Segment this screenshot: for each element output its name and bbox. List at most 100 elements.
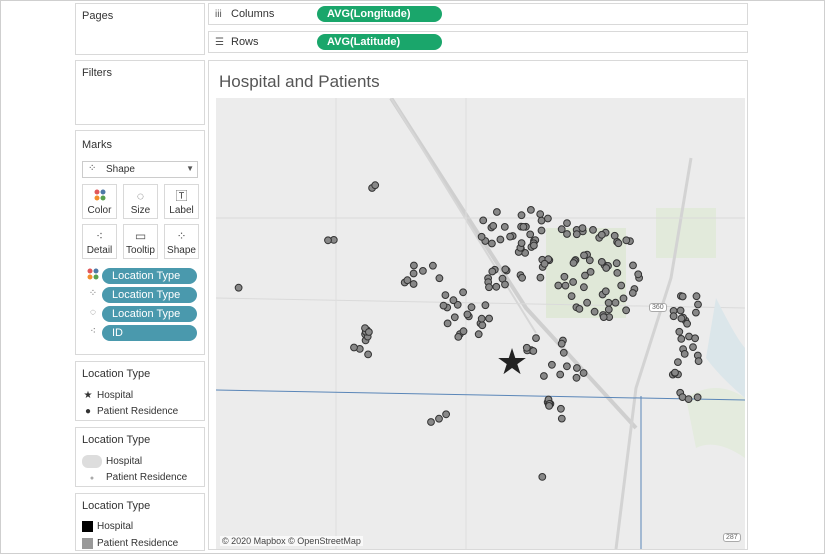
pages-card[interactable]: Pages bbox=[75, 3, 205, 55]
patient-residence-marker[interactable] bbox=[442, 410, 451, 419]
patient-residence-marker[interactable] bbox=[441, 291, 450, 300]
patient-residence-marker[interactable] bbox=[443, 319, 452, 328]
patient-residence-marker[interactable] bbox=[557, 414, 566, 423]
patient-residence-marker[interactable] bbox=[435, 274, 444, 283]
size-field-pill[interactable]: Location Type bbox=[102, 306, 197, 322]
patient-residence-marker[interactable] bbox=[409, 280, 418, 288]
patient-residence-marker[interactable] bbox=[557, 225, 566, 234]
map-view[interactable]: ★ 360 287 © 2020 Mapbox © OpenStreetMap bbox=[216, 98, 745, 549]
patient-residence-marker[interactable] bbox=[518, 273, 527, 282]
patient-residence-marker[interactable] bbox=[677, 314, 686, 323]
map-attribution[interactable]: © 2020 Mapbox © OpenStreetMap bbox=[220, 536, 363, 546]
patient-residence-marker[interactable] bbox=[677, 335, 686, 343]
patient-residence-marker[interactable] bbox=[450, 313, 459, 322]
patient-residence-marker[interactable] bbox=[614, 239, 623, 248]
patient-residence-marker[interactable] bbox=[669, 312, 678, 321]
patient-residence-marker[interactable] bbox=[410, 261, 418, 270]
legend-item-patient-residence[interactable]: ● Patient Residence bbox=[82, 472, 187, 483]
hospital-marker[interactable]: ★ bbox=[496, 341, 528, 382]
patient-residence-marker[interactable] bbox=[622, 236, 631, 245]
patient-residence-marker[interactable] bbox=[602, 264, 611, 272]
patient-residence-marker[interactable] bbox=[459, 288, 468, 297]
patient-residence-marker[interactable] bbox=[691, 334, 700, 343]
patient-residence-marker[interactable] bbox=[559, 348, 568, 357]
patient-residence-marker[interactable] bbox=[678, 292, 687, 301]
patient-residence-marker[interactable] bbox=[599, 313, 608, 322]
patient-residence-marker[interactable] bbox=[622, 306, 631, 315]
patient-residence-marker[interactable] bbox=[496, 235, 505, 244]
patient-residence-marker[interactable] bbox=[557, 339, 566, 348]
patient-residence-marker[interactable] bbox=[537, 226, 546, 235]
filters-card[interactable]: Filters bbox=[75, 60, 205, 125]
patient-residence-marker[interactable] bbox=[529, 347, 538, 355]
patient-residence-marker[interactable] bbox=[583, 298, 592, 307]
patient-residence-marker[interactable] bbox=[604, 298, 613, 307]
patient-residence-marker[interactable] bbox=[530, 241, 538, 250]
patient-residence-marker[interactable] bbox=[563, 219, 571, 227]
patient-residence-marker[interactable] bbox=[538, 473, 547, 481]
legend-item-patient-residence[interactable]: ● Patient Residence bbox=[82, 406, 178, 417]
patient-residence-marker[interactable] bbox=[597, 258, 606, 266]
patient-residence-marker[interactable] bbox=[601, 287, 610, 296]
patient-residence-marker[interactable] bbox=[683, 319, 692, 328]
patient-residence-marker[interactable] bbox=[519, 222, 528, 231]
patient-residence-marker[interactable] bbox=[674, 358, 682, 367]
patient-residence-marker[interactable] bbox=[589, 226, 597, 234]
patient-residence-marker[interactable] bbox=[501, 265, 510, 274]
patient-residence-marker[interactable] bbox=[427, 418, 435, 426]
patient-residence-marker[interactable] bbox=[569, 259, 578, 267]
patient-residence-marker[interactable] bbox=[684, 395, 693, 404]
patient-residence-marker[interactable] bbox=[617, 281, 626, 290]
patient-residence-marker[interactable] bbox=[477, 232, 486, 241]
patient-residence-marker[interactable] bbox=[572, 230, 581, 239]
patient-residence-marker[interactable] bbox=[563, 362, 571, 371]
shape-button[interactable]: ⁘ Shape bbox=[164, 224, 199, 259]
patient-residence-marker[interactable] bbox=[578, 224, 587, 233]
patient-residence-marker[interactable] bbox=[536, 210, 545, 218]
patient-residence-marker[interactable] bbox=[492, 282, 501, 291]
patient-residence-marker[interactable] bbox=[580, 283, 588, 292]
patient-residence-marker[interactable] bbox=[572, 373, 581, 382]
legend-item-patient-residence[interactable]: Patient Residence bbox=[82, 538, 178, 549]
patient-residence-marker[interactable] bbox=[364, 350, 373, 359]
patient-residence-marker[interactable] bbox=[536, 273, 545, 282]
patient-residence-marker[interactable] bbox=[540, 259, 549, 268]
patient-residence-marker[interactable] bbox=[694, 357, 703, 366]
patient-residence-marker[interactable] bbox=[526, 230, 535, 239]
patient-residence-marker[interactable] bbox=[454, 333, 463, 341]
patient-residence-marker[interactable] bbox=[590, 307, 599, 316]
size-button[interactable]: ◌ Size bbox=[123, 184, 158, 219]
patient-residence-marker[interactable] bbox=[474, 330, 483, 339]
patient-residence-marker[interactable] bbox=[634, 270, 643, 279]
patient-residence-marker[interactable] bbox=[500, 222, 509, 231]
rows-field-pill[interactable]: AVG(Latitude) bbox=[317, 34, 442, 50]
patient-residence-marker[interactable] bbox=[350, 343, 358, 352]
columns-field-pill[interactable]: AVG(Longitude) bbox=[317, 6, 442, 22]
patient-residence-marker[interactable] bbox=[629, 261, 637, 270]
patient-residence-marker[interactable] bbox=[540, 372, 548, 380]
patient-residence-marker[interactable] bbox=[527, 206, 535, 214]
patient-residence-marker[interactable] bbox=[545, 402, 554, 410]
patient-residence-marker[interactable] bbox=[371, 181, 380, 190]
patient-residence-marker[interactable] bbox=[573, 364, 581, 372]
patient-residence-marker[interactable] bbox=[403, 276, 412, 285]
rows-shelf[interactable]: ☰ Rows AVG(Latitude) bbox=[208, 31, 748, 53]
patient-residence-marker[interactable] bbox=[692, 308, 700, 317]
patient-residence-marker[interactable] bbox=[435, 414, 443, 423]
patient-residence-marker[interactable] bbox=[619, 294, 628, 303]
patient-residence-marker[interactable] bbox=[467, 303, 476, 312]
patient-residence-marker[interactable] bbox=[692, 292, 701, 301]
detail-button[interactable]: ⁖ Detail bbox=[82, 224, 117, 259]
color-field-pill[interactable]: Location Type bbox=[102, 268, 197, 284]
patient-residence-marker[interactable] bbox=[419, 267, 427, 275]
patient-residence-marker[interactable] bbox=[429, 261, 437, 270]
patient-residence-marker[interactable] bbox=[537, 216, 546, 225]
patient-residence-marker[interactable] bbox=[449, 296, 458, 305]
patient-residence-marker[interactable] bbox=[604, 305, 613, 314]
patient-residence-marker[interactable] bbox=[324, 236, 332, 245]
patient-residence-marker[interactable] bbox=[365, 328, 373, 336]
patient-residence-marker[interactable] bbox=[676, 306, 685, 315]
patient-residence-marker[interactable] bbox=[597, 230, 606, 239]
patient-residence-marker[interactable] bbox=[548, 360, 556, 369]
patient-residence-marker[interactable] bbox=[675, 327, 684, 336]
